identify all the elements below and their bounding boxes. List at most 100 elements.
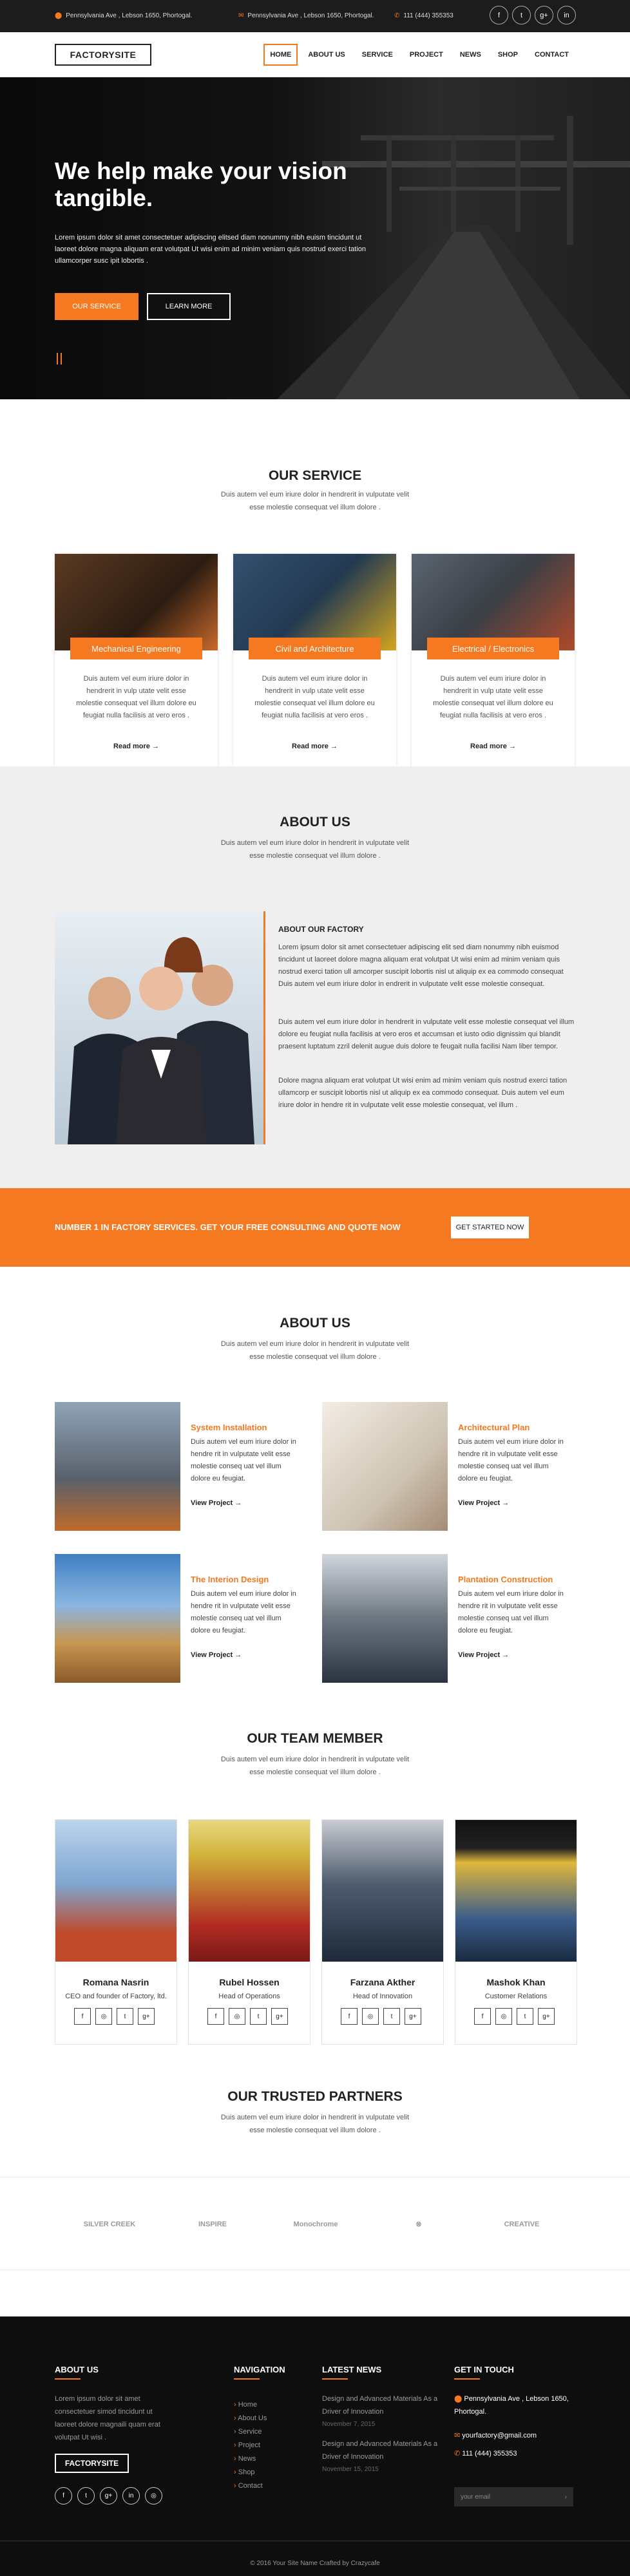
partners-strip: SILVER CREEK INSPIRE Monochrome ⊗ CREATI… <box>0 2177 630 2270</box>
footer-logo[interactable]: FACTORYSITE <box>55 2454 129 2473</box>
project-title[interactable]: Architectural Plan <box>458 1423 530 1432</box>
service-tag[interactable]: Civil and Architecture <box>249 638 381 659</box>
team-card: Mashok Khan Customer Relations f ◎ t g+ <box>455 1819 577 2045</box>
twitter-icon[interactable]: t <box>383 2008 400 2025</box>
view-project-link[interactable]: View Project → <box>191 1499 242 1507</box>
nav-service[interactable]: SERVICE <box>356 44 399 66</box>
read-more-link[interactable]: Read more → <box>233 743 396 750</box>
linkedin-icon[interactable]: in <box>122 2487 140 2505</box>
instagram-icon[interactable]: ◎ <box>145 2487 162 2505</box>
twitter-icon[interactable]: t <box>117 2008 133 2025</box>
nav-project[interactable]: PROJECT <box>403 44 450 66</box>
cta-banner: NUMBER 1 IN FACTORY SERVICES. GET YOUR F… <box>0 1188 630 1267</box>
news-title[interactable]: Design and Advanced Materials As a Drive… <box>322 2392 438 2418</box>
service-tag[interactable]: Electrical / Electronics <box>427 638 559 659</box>
member-role: CEO and founder of Factory, ltd. <box>65 1993 167 2000</box>
read-more-link[interactable]: Read more → <box>55 743 218 750</box>
facebook-icon[interactable]: f <box>55 2487 72 2505</box>
view-project-link[interactable]: View Project → <box>458 1651 509 1659</box>
service-text: Duis autem vel eum iriure dolor in hendr… <box>254 675 375 719</box>
google-plus-icon[interactable]: g+ <box>138 2008 155 2025</box>
view-project-link[interactable]: View Project → <box>191 1651 242 1659</box>
hero-title: We help make your vision tangible. <box>55 158 347 211</box>
member-role: Head of Operations <box>218 1993 280 2000</box>
project-image <box>55 1554 180 1683</box>
hero-text: Lorem ipsum dolor sit amet consectetuer … <box>55 234 367 265</box>
member-name: Romana Nasrin <box>82 1977 149 1987</box>
nav-news[interactable]: NEWS <box>453 44 488 66</box>
footer-nav-contact[interactable]: Contact <box>234 2479 267 2493</box>
project-item: Architectural Plan Duis autem vel eum ir… <box>322 1402 564 1531</box>
nav-about[interactable]: ABOUT US <box>301 44 351 66</box>
service-tag[interactable]: Mechanical Engineering <box>70 638 202 659</box>
footer-nav-project[interactable]: Project <box>234 2439 267 2452</box>
footer-nav-service[interactable]: Service <box>234 2425 267 2439</box>
service-image <box>412 554 575 650</box>
facebook-icon[interactable]: f <box>490 6 508 24</box>
partner-logo[interactable]: INSPIRE <box>180 2210 245 2239</box>
slider-pause-icon[interactable] <box>57 353 62 365</box>
footer-nav-shop[interactable]: Shop <box>234 2466 267 2479</box>
twitter-icon[interactable]: t <box>512 6 531 24</box>
project-image <box>322 1554 448 1683</box>
google-plus-icon[interactable]: g+ <box>100 2487 117 2505</box>
instagram-icon[interactable]: ◎ <box>495 2008 512 2025</box>
nav-contact[interactable]: CONTACT <box>528 44 575 66</box>
view-project-link[interactable]: View Project → <box>458 1499 509 1507</box>
partner-logo[interactable]: CREATIVE <box>490 2210 554 2239</box>
member-name: Farzana Akther <box>350 1977 415 1987</box>
our-service-button[interactable]: OUR SERVICE <box>55 293 138 320</box>
member-role: Head of Innovation <box>352 1993 413 2000</box>
facebook-icon[interactable]: f <box>74 2008 91 2025</box>
partner-logo[interactable]: ⊗ <box>387 2210 451 2239</box>
footer-nav-about[interactable]: About Us <box>234 2412 267 2425</box>
facebook-icon[interactable]: f <box>207 2008 224 2025</box>
service-card: Electrical / Electronics Duis autem vel … <box>412 554 575 766</box>
facebook-icon[interactable]: f <box>474 2008 491 2025</box>
footer-nav-home[interactable]: Home <box>234 2398 267 2412</box>
twitter-icon[interactable]: t <box>250 2008 267 2025</box>
nav-home[interactable]: HOME <box>263 44 298 66</box>
footer-email[interactable]: ✉ yourfactory@gmail.com <box>454 2429 537 2442</box>
projects-subtitle: Duis autem vel eum iriure dolor in hendr… <box>220 1340 410 1361</box>
instagram-icon[interactable]: ◎ <box>95 2008 112 2025</box>
twitter-icon[interactable]: t <box>77 2487 95 2505</box>
project-title[interactable]: Plantation Construction <box>458 1575 553 1584</box>
google-plus-icon[interactable]: g+ <box>271 2008 288 2025</box>
instagram-icon[interactable]: ◎ <box>362 2008 379 2025</box>
footer-news-title: LATEST NEWS <box>322 2365 382 2374</box>
member-photo <box>322 1820 443 1962</box>
topbar-social: f t g+ in <box>490 6 576 24</box>
google-plus-icon[interactable]: g+ <box>538 2008 555 2025</box>
footer-divider <box>454 2378 480 2380</box>
linkedin-icon[interactable]: in <box>557 6 576 24</box>
facebook-icon[interactable]: f <box>341 2008 358 2025</box>
newsletter-email-input[interactable]: your email › <box>454 2487 573 2506</box>
hero-banner: We help make your vision tangible. Lorem… <box>0 77 630 399</box>
site-logo[interactable]: FACTORYSITE <box>55 44 151 66</box>
team-card: Farzana Akther Head of Innovation f ◎ t … <box>321 1819 444 2045</box>
project-title[interactable]: System Installation <box>191 1423 267 1432</box>
nav-shop[interactable]: SHOP <box>492 44 524 66</box>
footer-nav-news[interactable]: News <box>234 2452 267 2466</box>
partner-logo[interactable]: SILVER CREEK <box>77 2210 142 2239</box>
project-title[interactable]: The Interion Design <box>191 1575 269 1584</box>
google-plus-icon[interactable]: g+ <box>535 6 553 24</box>
send-icon[interactable]: › <box>565 2494 567 2501</box>
twitter-icon[interactable]: t <box>517 2008 533 2025</box>
news-title[interactable]: Design and Advanced Materials As a Drive… <box>322 2438 438 2463</box>
learn-more-button[interactable]: LEARN MORE <box>147 293 231 320</box>
google-plus-icon[interactable]: g+ <box>405 2008 421 2025</box>
phone-icon: ✆ <box>454 2450 463 2458</box>
projects-title: ABOUT US <box>280 1316 350 1331</box>
map-marker-icon: ⬤ <box>454 2395 464 2403</box>
partner-logo[interactable]: Monochrome <box>283 2210 348 2239</box>
get-started-button[interactable]: GET STARTED NOW <box>451 1217 529 1238</box>
about-heading: ABOUT OUR FACTORY <box>278 925 364 934</box>
instagram-icon[interactable]: ◎ <box>229 2008 245 2025</box>
footer-contact-title: GET IN TOUCH <box>454 2365 514 2374</box>
read-more-link[interactable]: Read more → <box>412 743 575 750</box>
member-name: Rubel Hossen <box>219 1977 280 1987</box>
news-date: November 7, 2015 <box>322 2421 376 2428</box>
project-image <box>55 1402 180 1531</box>
